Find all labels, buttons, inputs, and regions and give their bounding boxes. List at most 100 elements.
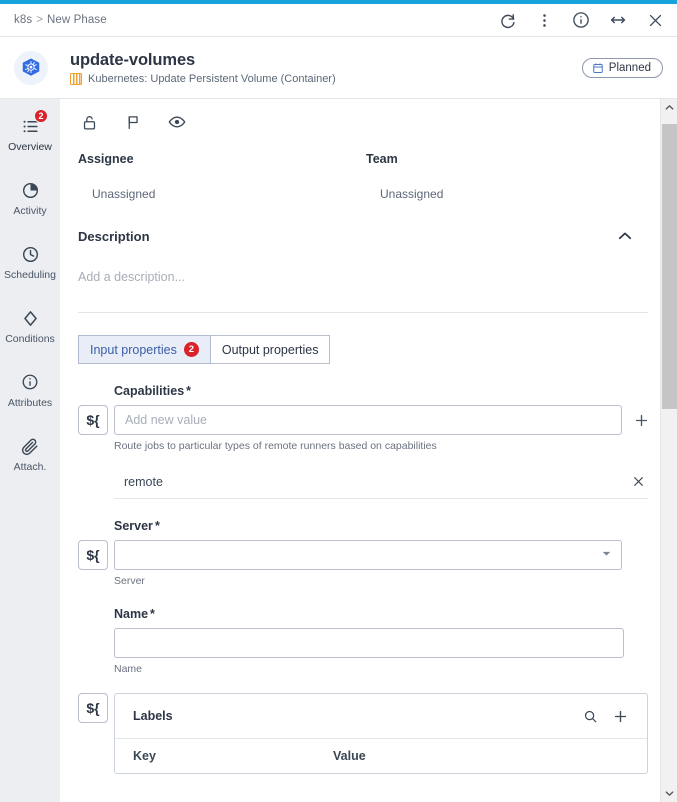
kubernetes-logo-icon: [14, 50, 48, 85]
sidebar-item-conditions[interactable]: Conditions: [0, 305, 60, 347]
eye-icon[interactable]: [166, 111, 188, 133]
capabilities-field: Capabilities * ${ Add new value Route job…: [78, 384, 660, 499]
chevron-down-icon: [665, 791, 673, 796]
team-field: Team Unassigned: [366, 152, 654, 201]
sidebar-item-activity[interactable]: Activity: [0, 177, 60, 219]
chevron-up-icon: [665, 105, 673, 110]
labels-column-value: Value: [333, 749, 366, 763]
search-icon[interactable]: [575, 709, 605, 724]
labels-title: Labels: [133, 709, 173, 723]
clock-icon: [19, 243, 41, 265]
refresh-icon[interactable]: [497, 10, 517, 30]
breadcrumb-separator: >: [36, 14, 44, 26]
assignee-field: Assignee Unassigned: [78, 152, 366, 201]
team-value[interactable]: Unassigned: [380, 187, 654, 201]
content-toolbar: [78, 99, 660, 145]
unlock-icon[interactable]: [78, 111, 100, 133]
server-label-text: Server: [114, 519, 153, 533]
name-help-text: Name: [114, 663, 143, 675]
scrollbar-track[interactable]: [661, 116, 677, 785]
server-field: Server * ${ Server: [78, 519, 660, 587]
required-marker: *: [154, 519, 160, 533]
meta-row: Assignee Unassigned Team Unassigned: [78, 152, 660, 201]
capabilities-input-row: ${ Add new value: [78, 405, 660, 435]
capabilities-help-text: Route jobs to particular types of remote…: [114, 440, 437, 452]
labels-column-key: Key: [133, 749, 156, 763]
breadcrumb-current[interactable]: New Phase: [47, 14, 107, 26]
header-texts: update-volumes Kubernetes: Update Persis…: [70, 50, 582, 85]
server-expression-button[interactable]: ${: [78, 540, 108, 570]
status-badge-label: Planned: [608, 61, 651, 74]
name-label-text: Name: [114, 607, 149, 621]
page-header: update-volumes Kubernetes: Update Persis…: [0, 37, 677, 99]
breadcrumb-root[interactable]: k8s: [14, 14, 32, 26]
sidebar-item-scheduling[interactable]: Scheduling: [0, 241, 60, 283]
top-bar: k8s > New Phase: [0, 4, 677, 37]
expand-horizontal-icon[interactable]: [608, 10, 628, 30]
main-wrap: Assignee Unassigned Team Unassigned Desc…: [60, 99, 677, 802]
sidebar-item-label: Attach.: [13, 461, 47, 473]
plus-icon: [614, 710, 626, 722]
server-input-row: ${: [78, 540, 660, 570]
assignee-value[interactable]: Unassigned: [92, 187, 366, 201]
plus-icon: [635, 414, 647, 426]
capabilities-input-placeholder: Add new value: [125, 413, 208, 427]
capabilities-add-button[interactable]: [628, 407, 654, 433]
sidebar-overview-badge: 2: [34, 109, 48, 123]
name-label: Name *: [114, 607, 660, 621]
labels-card: Labels Key Value: [114, 693, 648, 774]
labels-add-button[interactable]: [605, 708, 635, 725]
sidebar: 2 Overview Activity Scheduling Condition…: [0, 99, 60, 802]
sidebar-item-overview[interactable]: 2 Overview: [0, 109, 60, 155]
topbar-actions: [497, 10, 665, 30]
name-input[interactable]: [114, 628, 624, 658]
name-field: Name * Name: [78, 607, 660, 675]
list-icon: 2: [19, 109, 48, 137]
scrollbar-thumb[interactable]: [662, 124, 677, 409]
server-help-text: Server: [114, 575, 145, 587]
info-icon[interactable]: [571, 10, 591, 30]
diamond-icon: [19, 307, 41, 329]
labels-field: ${ Labels Key Value: [78, 693, 660, 774]
close-icon[interactable]: [645, 10, 665, 30]
tab-output-properties[interactable]: Output properties: [210, 335, 331, 364]
capabilities-value-remove-icon[interactable]: [628, 475, 648, 488]
server-select[interactable]: [114, 540, 622, 570]
info-icon: [19, 371, 41, 393]
scroll-down-button[interactable]: [661, 785, 677, 802]
description-input[interactable]: Add a description...: [78, 270, 660, 284]
tab-label: Input properties: [90, 342, 177, 357]
labels-card-header: Labels: [115, 694, 647, 739]
sidebar-item-label: Overview: [8, 141, 52, 153]
capabilities-label: Capabilities *: [114, 384, 660, 398]
flag-icon[interactable]: [122, 111, 144, 133]
required-marker: *: [186, 384, 192, 398]
scroll-up-button[interactable]: [661, 99, 677, 116]
chevron-down-icon: [600, 547, 613, 563]
page-title: update-volumes: [70, 51, 196, 69]
calendar-icon: [593, 62, 603, 73]
pie-icon: [19, 179, 41, 201]
tab-badge: 2: [183, 342, 199, 357]
status-badge[interactable]: Planned: [581, 57, 663, 78]
sidebar-item-attributes[interactable]: Attributes: [0, 369, 60, 411]
breadcrumb: k8s > New Phase: [14, 14, 107, 26]
labels-table-header: Key Value: [115, 739, 647, 773]
app-window: k8s > New Phase update-volumes Kubernete…: [0, 0, 677, 802]
divider: [78, 312, 648, 313]
paperclip-icon: [19, 435, 41, 457]
more-vertical-icon[interactable]: [534, 10, 554, 30]
body: 2 Overview Activity Scheduling Condition…: [0, 99, 677, 802]
sidebar-item-attachments[interactable]: Attach.: [0, 433, 60, 475]
chevron-up-icon[interactable]: [616, 227, 634, 245]
capabilities-expression-button[interactable]: ${: [78, 405, 108, 435]
tab-input-properties[interactable]: Input properties 2: [78, 335, 211, 364]
properties-tabs: Input properties 2 Output properties: [78, 335, 660, 364]
sidebar-item-label: Activity: [13, 205, 47, 217]
page-subtitle: Kubernetes: Update Persistent Volume (Co…: [88, 73, 336, 85]
labels-expression-button[interactable]: ${: [78, 693, 108, 723]
vertical-scrollbar[interactable]: [660, 99, 677, 802]
capabilities-input[interactable]: Add new value: [114, 405, 622, 435]
tab-label: Output properties: [221, 342, 319, 357]
capabilities-value-row: remote: [114, 465, 648, 499]
